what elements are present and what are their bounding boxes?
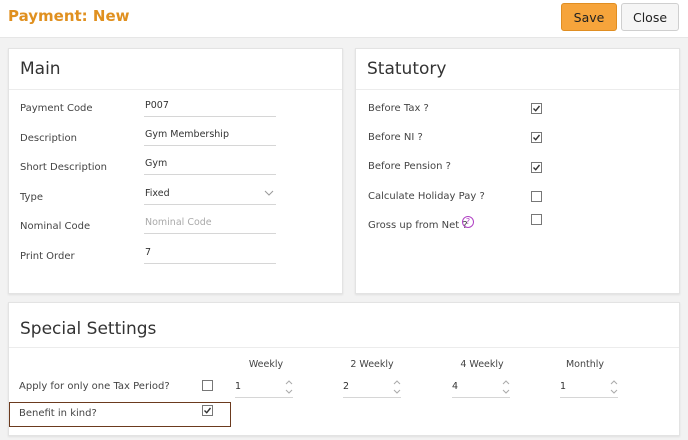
spinner-arrows-icon[interactable]	[502, 378, 510, 396]
payment-code-input[interactable]: P007	[144, 99, 276, 117]
checkmark-icon	[533, 164, 541, 171]
spinner-arrows-icon[interactable]	[610, 378, 618, 396]
print-order-input[interactable]: 7	[144, 246, 276, 264]
four-weekly-stepper[interactable]: 4	[452, 380, 510, 398]
special-settings-title: Special Settings	[20, 319, 157, 339]
divider	[9, 89, 342, 90]
payment-code-label: Payment Code	[20, 103, 93, 114]
top-bar: Payment: New Save Close	[0, 0, 688, 38]
two-weekly-value: 2	[343, 381, 350, 392]
print-order-label: Print Order	[20, 251, 75, 262]
column-4-weekly: 4 Weekly	[460, 359, 504, 370]
monthly-value: 1	[560, 381, 567, 392]
two-weekly-stepper[interactable]: 2	[343, 380, 401, 398]
nominal-code-input[interactable]: Nominal Code	[144, 216, 276, 234]
weekly-value: 1	[235, 381, 242, 392]
help-icon[interactable]: ?	[462, 216, 474, 228]
tax-period-label: Apply for only one Tax Period?	[19, 381, 170, 392]
tax-period-checkbox[interactable]	[202, 380, 213, 391]
column-weekly: Weekly	[248, 359, 284, 370]
short-description-label: Short Description	[20, 162, 107, 173]
description-input[interactable]: Gym Membership	[144, 128, 276, 146]
divider	[9, 347, 679, 348]
four-weekly-value: 4	[452, 381, 459, 392]
spinner-arrows-icon[interactable]	[393, 378, 401, 396]
monthly-stepper[interactable]: 1	[560, 380, 618, 398]
statutory-panel: Statutory Before Tax ? Before NI ? Befor…	[355, 48, 680, 294]
before-pension-label: Before Pension ?	[368, 161, 451, 172]
main-panel: Main Payment Code P007 Description Gym M…	[8, 48, 343, 294]
main-panel-title: Main	[20, 59, 61, 79]
column-2-weekly: 2 Weekly	[350, 359, 394, 370]
gross-up-label: Gross up from Net ?	[368, 220, 468, 231]
divider	[356, 89, 679, 90]
type-select-value: Fixed	[145, 188, 170, 199]
spinner-arrows-icon[interactable]	[285, 378, 293, 396]
close-button[interactable]: Close	[621, 3, 679, 31]
statutory-panel-title: Statutory	[367, 59, 447, 79]
before-ni-checkbox[interactable]	[531, 132, 542, 143]
before-tax-label: Before Tax ?	[368, 103, 429, 114]
before-ni-label: Before NI ?	[368, 132, 423, 143]
nominal-code-label: Nominal Code	[20, 221, 91, 232]
before-pension-checkbox[interactable]	[531, 162, 542, 173]
weekly-stepper[interactable]: 1	[235, 380, 293, 398]
short-description-input[interactable]: Gym	[144, 157, 276, 175]
page-title: Payment: New	[8, 7, 130, 25]
checkmark-icon	[533, 134, 541, 141]
type-label: Type	[20, 192, 43, 203]
benefit-in-kind-checkbox[interactable]	[202, 405, 213, 416]
checkmark-icon	[533, 105, 541, 112]
chevron-down-icon	[264, 190, 274, 196]
checkmark-icon	[204, 407, 212, 414]
before-tax-checkbox[interactable]	[531, 103, 542, 114]
type-select[interactable]: Fixed	[144, 187, 276, 205]
benefit-in-kind-label: Benefit in kind?	[19, 408, 97, 419]
description-label: Description	[20, 133, 77, 144]
calculate-holiday-pay-checkbox[interactable]	[531, 191, 542, 202]
gross-up-checkbox[interactable]	[531, 214, 542, 225]
calculate-holiday-pay-label: Calculate Holiday Pay ?	[368, 191, 485, 202]
save-button[interactable]: Save	[561, 3, 617, 31]
column-monthly: Monthly	[565, 359, 605, 370]
